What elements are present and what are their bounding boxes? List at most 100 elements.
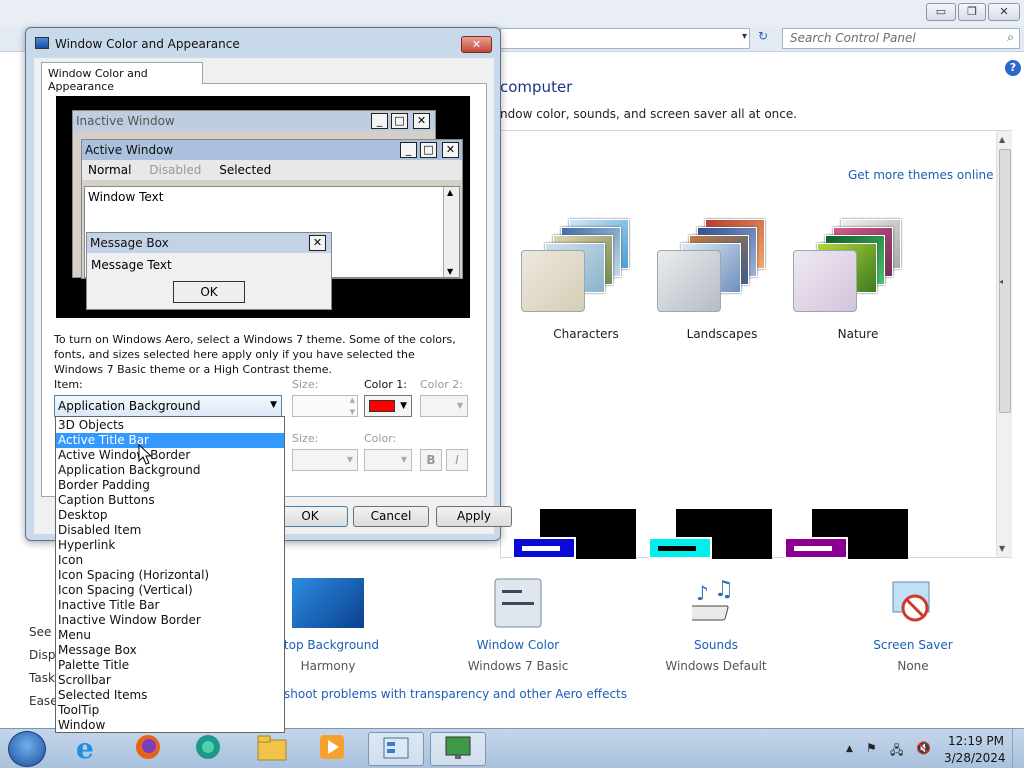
list-item[interactable]: Border Padding [56, 478, 284, 493]
item-select[interactable]: Application Background ▼ [54, 395, 282, 417]
italic-button[interactable]: I [446, 449, 468, 471]
get-more-themes-link[interactable]: Get more themes online [848, 168, 994, 182]
item-label: Item: [54, 378, 83, 391]
address-bar[interactable]: ▾ [500, 28, 750, 49]
show-hidden-icons-icon[interactable]: ▲ [846, 744, 853, 754]
display-settings-icon[interactable] [430, 732, 486, 766]
list-item-highlighted[interactable]: Active Title Bar [56, 433, 284, 448]
close-button[interactable]: ✕ [988, 3, 1020, 21]
item-dropdown-list[interactable]: 3D Objects Active Title Bar Active Windo… [55, 416, 285, 733]
search-icon[interactable]: ⌕ [1007, 30, 1014, 45]
chevron-down-icon[interactable]: ▼ [400, 401, 407, 411]
cancel-button[interactable]: Cancel [353, 506, 429, 527]
list-item[interactable]: ToolTip [56, 703, 284, 718]
minimize-button[interactable]: ▭ [926, 3, 956, 21]
file-explorer-icon[interactable] [244, 732, 300, 766]
clock-time[interactable]: 12:19 PM [948, 734, 1004, 748]
show-desktop-button[interactable] [1012, 729, 1024, 768]
font-size-select[interactable]: ▼ [292, 449, 358, 471]
appearance-preview[interactable]: Inactive Window _ □ ✕ Active Window _ □ … [56, 96, 470, 318]
color1-swatch [369, 400, 395, 412]
list-item[interactable]: Icon Spacing (Vertical) [56, 583, 284, 598]
tab-window-color[interactable]: Window Color and Appearance [41, 62, 203, 93]
clock-date[interactable]: 3/28/2024 [944, 751, 1006, 765]
list-item[interactable]: Selected Items [56, 688, 284, 703]
volume-muted-icon[interactable]: 🔇 [916, 741, 931, 755]
list-item[interactable]: Window [56, 718, 284, 733]
preview-menu-selected[interactable]: Selected [219, 163, 271, 177]
high-contrast-thumb [784, 537, 848, 559]
refresh-icon[interactable]: ↻ [752, 29, 774, 48]
theme-characters[interactable]: Characters [511, 219, 641, 359]
theme-label: Landscapes [686, 327, 758, 341]
dialog-close-button[interactable]: ✕ [461, 36, 492, 53]
size-label: Size: [292, 378, 319, 391]
theme-landscapes[interactable]: Landscapes [647, 219, 777, 359]
window-color-link[interactable]: Window Color [448, 638, 588, 652]
color1-picker[interactable]: ▼ [364, 395, 412, 417]
sounds-option[interactable]: ♪ ♫ Sounds Windows Default [646, 577, 786, 673]
list-item[interactable]: 3D Objects [56, 418, 284, 433]
list-item[interactable]: Menu [56, 628, 284, 643]
preview-menu-normal[interactable]: Normal [88, 163, 131, 177]
theme-label: Nature [837, 327, 879, 341]
start-button[interactable] [8, 731, 46, 767]
list-item[interactable]: Palette Title [56, 658, 284, 673]
list-item[interactable]: Caption Buttons [56, 493, 284, 508]
sounds-link[interactable]: Sounds [646, 638, 786, 652]
bold-button[interactable]: B [420, 449, 442, 471]
apply-button[interactable]: Apply [436, 506, 512, 527]
preview-menu-bar[interactable]: Normal Disabled Selected [82, 160, 462, 180]
troubleshoot-link[interactable]: shoot problems with transparency and oth… [284, 687, 627, 701]
color2-picker[interactable]: ▼ [420, 395, 468, 417]
dialog-app-icon [35, 37, 49, 49]
spin-down-icon[interactable]: ▼ [350, 408, 355, 416]
preview-scrollbar[interactable]: ▲ ▼ [443, 187, 459, 277]
chevron-down-icon[interactable]: ▼ [270, 400, 277, 410]
screen-saver-link[interactable]: Screen Saver [843, 638, 983, 652]
help-icon[interactable]: ? [1005, 60, 1021, 76]
window-color-value: Windows 7 Basic [467, 659, 569, 673]
window-color-option[interactable]: Window Color Windows 7 Basic [448, 578, 588, 673]
media-player-icon[interactable] [304, 732, 360, 766]
font-color-picker[interactable]: ▼ [364, 449, 412, 471]
size-spinner[interactable]: ▲ ▼ [292, 395, 358, 417]
scroll-down-icon: ▼ [447, 267, 454, 276]
spin-up-icon[interactable]: ▲ [350, 396, 355, 404]
control-panel-icon[interactable] [368, 732, 424, 766]
list-item[interactable]: Inactive Title Bar [56, 598, 284, 613]
see-also-taskbar-link[interactable]: Task [29, 671, 55, 685]
preview-ok-button[interactable]: OK [173, 281, 245, 303]
address-dropdown-icon[interactable]: ▾ [742, 31, 747, 42]
list-item[interactable]: Icon Spacing (Horizontal) [56, 568, 284, 583]
theme-nature[interactable]: Nature [783, 219, 913, 359]
scroll-down-icon[interactable]: ▼ [999, 544, 1005, 553]
internet-explorer-icon[interactable]: e [60, 732, 116, 766]
list-item[interactable]: Message Box [56, 643, 284, 658]
scroll-up-icon[interactable]: ▲ [999, 135, 1005, 144]
network-icon[interactable]: 🖧 [890, 741, 903, 762]
list-item[interactable]: Application Background [56, 463, 284, 478]
search-input[interactable]: Search Control Panel ⌕ [782, 28, 1020, 49]
action-center-flag-icon[interactable]: ⚑ [866, 741, 877, 755]
preview-menu-disabled[interactable]: Disabled [149, 163, 201, 177]
list-item[interactable]: Inactive Window Border [56, 613, 284, 628]
list-item[interactable]: Hyperlink [56, 538, 284, 553]
firefox-icon[interactable] [120, 732, 176, 766]
preview-message-box[interactable]: Message Box ✕ Message Text OK [86, 232, 332, 310]
sounds-value: Windows Default [665, 659, 767, 673]
preview-maximize-icon: □ [420, 142, 437, 158]
taskbar: e ▲ ⚑ 🖧 🔇 12:19 PM 3/28/2024 [0, 728, 1024, 768]
see-also-ease-link[interactable]: Ease [29, 694, 58, 708]
list-item[interactable]: Active Window Border [56, 448, 284, 463]
preview-message-title: Message Box [87, 233, 331, 253]
list-item[interactable]: Scrollbar [56, 673, 284, 688]
edge-icon[interactable] [180, 732, 236, 766]
screen-saver-option[interactable]: Screen Saver None [843, 578, 983, 673]
list-item[interactable]: Desktop [56, 508, 284, 523]
list-item[interactable]: Icon [56, 553, 284, 568]
themes-scrollbar[interactable]: ▲ ◂ ▼ [996, 131, 1012, 557]
maximize-button[interactable]: ❐ [958, 3, 986, 21]
list-item[interactable]: Disabled Item [56, 523, 284, 538]
desktop-background-icon [292, 578, 364, 628]
